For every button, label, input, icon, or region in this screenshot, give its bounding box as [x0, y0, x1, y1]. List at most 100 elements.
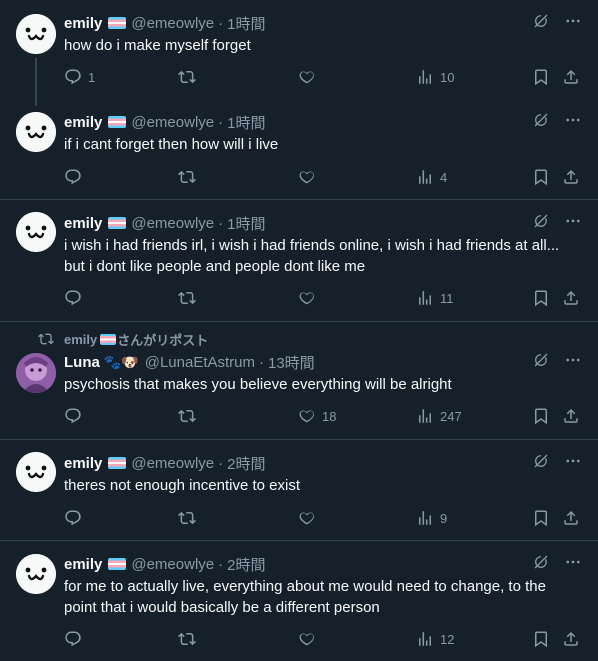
retweet-icon [178, 68, 196, 86]
like-button[interactable] [298, 509, 316, 527]
grok-icon[interactable] [532, 111, 550, 129]
timestamp[interactable]: 1時間 [227, 13, 265, 34]
views-button[interactable]: 12 [416, 630, 454, 648]
author-name[interactable]: emily [64, 455, 102, 472]
retweet-button[interactable] [178, 168, 196, 186]
trans-flag-icon [108, 217, 127, 229]
view-count: 247 [440, 408, 462, 424]
like-button[interactable] [298, 68, 316, 86]
separator-dot: · [218, 555, 224, 573]
action-bar: 12 [64, 630, 582, 650]
avatar[interactable] [16, 14, 56, 54]
post[interactable]: emily さんがリポスト Luna 🐾🐶 @LunaEtAstrum · 13… [0, 322, 598, 440]
views-icon [416, 630, 434, 648]
retweet-button[interactable] [178, 68, 196, 86]
share-button[interactable] [562, 630, 580, 648]
share-button[interactable] [562, 68, 580, 86]
grok-icon[interactable] [532, 12, 550, 30]
more-options-icon[interactable] [564, 452, 582, 470]
more-options-icon[interactable] [564, 553, 582, 571]
post[interactable]: emily @emeowlye · 1時間 i wish i had frien… [0, 200, 598, 322]
avatar[interactable] [16, 554, 56, 594]
bookmark-icon [532, 68, 550, 86]
author-name[interactable]: emily [64, 15, 102, 32]
avatar[interactable] [16, 353, 56, 393]
share-icon [562, 168, 580, 186]
more-options-icon[interactable] [564, 212, 582, 230]
timeline-feed: emily @emeowlye · 1時間 how do i make myse… [0, 0, 598, 661]
grok-icon[interactable] [532, 212, 550, 230]
avatar[interactable] [16, 452, 56, 492]
timestamp[interactable]: 2時間 [227, 453, 265, 474]
like-button[interactable] [298, 168, 316, 186]
reply-button[interactable] [64, 168, 82, 186]
views-button[interactable]: 10 [416, 68, 454, 86]
bookmark-button[interactable] [532, 289, 550, 307]
author-name[interactable]: emily [64, 215, 102, 232]
author-handle[interactable]: @emeowlye [131, 215, 214, 232]
bookmark-icon [532, 407, 550, 425]
author-handle[interactable]: @emeowlye [131, 114, 214, 131]
like-button[interactable] [298, 289, 316, 307]
views-button[interactable]: 11 [416, 289, 454, 307]
share-button[interactable] [562, 407, 580, 425]
author-name[interactable]: Luna [64, 354, 100, 371]
reply-button[interactable] [64, 289, 82, 307]
share-icon [562, 509, 580, 527]
grok-icon[interactable] [532, 351, 550, 369]
separator-dot: · [218, 214, 224, 232]
like-button[interactable]: 18 [298, 407, 336, 425]
author-name[interactable]: emily [64, 114, 102, 131]
retweet-button[interactable] [178, 630, 196, 648]
author-handle[interactable]: @LunaEtAstrum [145, 354, 255, 371]
avatar[interactable] [16, 212, 56, 252]
bookmark-button[interactable] [532, 630, 550, 648]
share-button[interactable] [562, 289, 580, 307]
retweet-button[interactable] [178, 289, 196, 307]
reply-icon [64, 407, 82, 425]
timestamp[interactable]: 1時間 [227, 213, 265, 234]
author-name[interactable]: emily [64, 556, 102, 573]
share-button[interactable] [562, 509, 580, 527]
bookmark-button[interactable] [532, 407, 550, 425]
post[interactable]: emily @emeowlye · 2時間 theres not enough … [0, 440, 598, 541]
reply-button[interactable] [64, 630, 82, 648]
post[interactable]: emily @emeowlye · 1時間 if i cant forget t… [0, 100, 598, 200]
reply-button[interactable] [64, 509, 82, 527]
post[interactable]: emily @emeowlye · 1時間 how do i make myse… [0, 0, 598, 106]
views-button[interactable]: 4 [416, 168, 447, 186]
bookmark-icon [532, 509, 550, 527]
author-handle[interactable]: @emeowlye [131, 556, 214, 573]
share-button[interactable] [562, 168, 580, 186]
views-button[interactable]: 9 [416, 509, 447, 527]
retweet-icon [178, 630, 196, 648]
post[interactable]: emily @emeowlye · 2時間 for me to actually… [0, 541, 598, 661]
more-options-icon[interactable] [564, 111, 582, 129]
heart-icon [298, 289, 316, 307]
author-handle[interactable]: @emeowlye [131, 455, 214, 472]
repost-indicator[interactable]: emily さんがリポスト [38, 330, 208, 348]
reply-button[interactable]: 1 [64, 68, 95, 86]
avatar[interactable] [16, 112, 56, 152]
views-icon [416, 289, 434, 307]
bookmark-button[interactable] [532, 168, 550, 186]
views-icon [416, 68, 434, 86]
retweet-button[interactable] [178, 407, 196, 425]
retweet-button[interactable] [178, 509, 196, 527]
like-button[interactable] [298, 630, 316, 648]
timestamp[interactable]: 13時間 [268, 352, 315, 373]
reply-icon [64, 68, 82, 86]
grok-icon[interactable] [532, 452, 550, 470]
grok-icon[interactable] [532, 553, 550, 571]
bookmark-button[interactable] [532, 68, 550, 86]
action-bar: 1 10 [64, 68, 582, 88]
bookmark-button[interactable] [532, 509, 550, 527]
views-button[interactable]: 247 [416, 407, 462, 425]
more-options-icon[interactable] [564, 12, 582, 30]
timestamp[interactable]: 2時間 [227, 554, 265, 575]
reply-button[interactable] [64, 407, 82, 425]
post-text: for me to actually live, everything abou… [64, 578, 546, 616]
more-options-icon[interactable] [564, 351, 582, 369]
timestamp[interactable]: 1時間 [227, 112, 265, 133]
author-handle[interactable]: @emeowlye [131, 15, 214, 32]
